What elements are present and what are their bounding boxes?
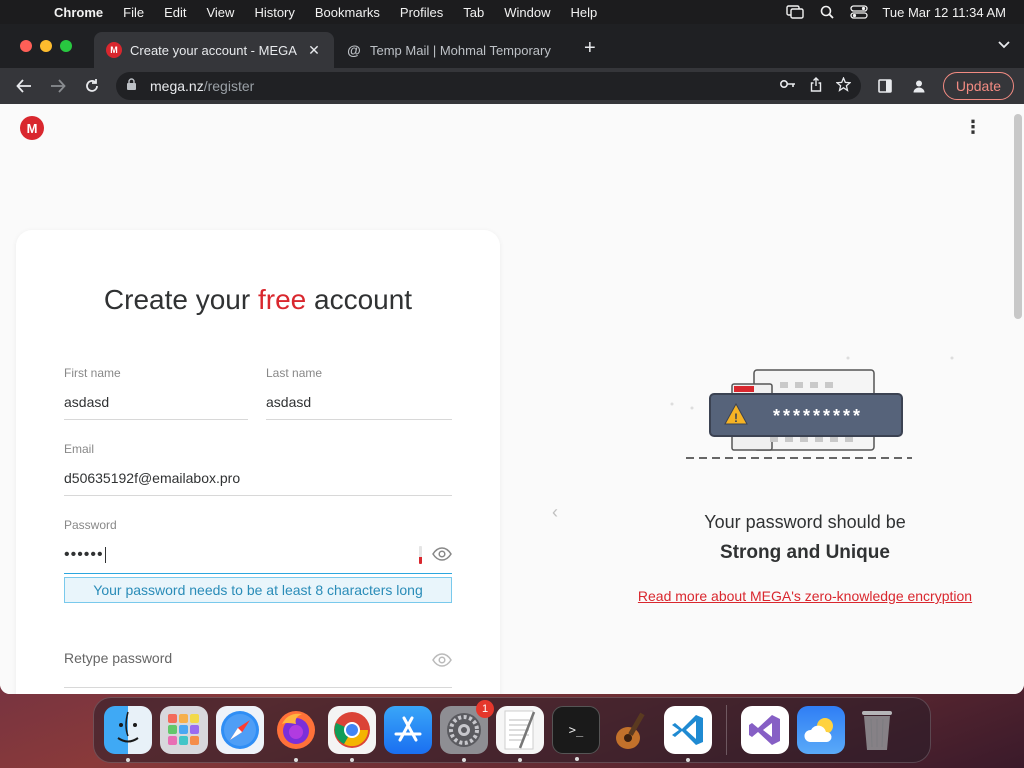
launchpad-icon[interactable] — [160, 706, 208, 754]
visual-studio-icon[interactable] — [741, 706, 789, 754]
menu-history[interactable]: History — [244, 5, 304, 20]
vscode-icon[interactable] — [664, 706, 712, 762]
bookmark-star-icon[interactable] — [835, 76, 852, 95]
terminal-icon[interactable]: >_ — [552, 706, 600, 761]
password-field[interactable]: Password •••••• — [64, 518, 452, 574]
tab-strip: M Create your account - MEGA ✕ @ Temp Ma… — [0, 24, 1024, 68]
spotlight-search-icon[interactable] — [818, 5, 836, 19]
trash-icon[interactable] — [853, 706, 901, 754]
address-bar[interactable]: mega.nz/register — [116, 72, 861, 100]
close-window-button[interactable] — [20, 40, 32, 52]
lock-icon[interactable] — [126, 78, 140, 94]
password-label: Password — [64, 518, 117, 532]
page-title: Create your free account — [103, 284, 413, 315]
menu-bookmarks[interactable]: Bookmarks — [305, 5, 390, 20]
register-form-card: Create your free account First name asda… — [16, 230, 500, 694]
slide-title: Your password should be — [704, 512, 906, 532]
instruments-icon[interactable] — [608, 706, 656, 754]
tab-temp-mail[interactable]: @ Temp Mail | Mohmal Temporary — [334, 32, 570, 68]
retype-password-field[interactable]: Retype password — [64, 650, 452, 688]
text-cursor — [104, 546, 106, 563]
first-name-label: First name — [64, 366, 121, 380]
first-name-field[interactable]: First name asdasd — [64, 366, 248, 420]
safari-icon[interactable] — [216, 706, 264, 754]
email-value[interactable]: d50635192f@emailabox.pro — [64, 470, 452, 488]
show-retype-eye-icon[interactable] — [432, 652, 452, 668]
forward-button[interactable] — [44, 72, 72, 100]
profile-avatar-icon[interactable] — [905, 72, 933, 100]
carousel-prev-icon[interactable]: ‹ — [552, 502, 558, 523]
close-tab-icon[interactable]: ✕ — [306, 42, 322, 59]
password-value[interactable]: •••••• — [64, 546, 452, 564]
firefox-icon[interactable] — [272, 706, 320, 762]
browser-toolbar: mega.nz/register Update — [0, 68, 1024, 104]
control-center-icon[interactable] — [850, 5, 869, 19]
encryption-info-link[interactable]: Read more about MEGA's zero-knowledge en… — [600, 588, 1010, 604]
reload-button[interactable] — [78, 72, 106, 100]
finder-icon[interactable] — [104, 706, 152, 762]
textedit-icon[interactable] — [496, 706, 544, 762]
new-tab-button[interactable]: + — [584, 37, 596, 60]
last-name-label: Last name — [266, 366, 323, 380]
email-field[interactable]: Email d50635192f@emailabox.pro — [64, 442, 452, 496]
dock-separator — [726, 705, 727, 755]
tab-title: Create your account - MEGA — [130, 42, 297, 58]
system-settings-icon[interactable]: 1 — [440, 700, 494, 762]
macos-menu-bar: Chrome File Edit View History Bookmarks … — [0, 0, 1024, 24]
slide-subtitle: Strong and Unique — [720, 542, 890, 563]
notification-badge: 1 — [476, 700, 494, 718]
url-host: mega.nz — [150, 78, 204, 94]
weather-icon[interactable] — [797, 706, 845, 754]
masked-password-text: ********* — [773, 406, 863, 426]
password-illustration: ! ********* — [670, 356, 954, 459]
password-strength-indicator — [419, 546, 422, 564]
chrome-icon[interactable] — [328, 706, 376, 762]
email-label: Email — [64, 442, 95, 456]
share-icon[interactable] — [810, 77, 822, 95]
last-name-value[interactable]: asdasd — [266, 394, 452, 412]
password-key-icon[interactable] — [779, 77, 796, 95]
page-scrollbar[interactable] — [1014, 114, 1022, 319]
menu-tab[interactable]: Tab — [453, 5, 494, 20]
app-store-icon[interactable] — [384, 706, 432, 754]
tab-mega-register[interactable]: M Create your account - MEGA ✕ — [94, 32, 334, 68]
svg-text:!: ! — [734, 411, 738, 425]
url-path: /register — [203, 78, 255, 94]
menu-window[interactable]: Window — [494, 5, 560, 20]
update-chrome-button[interactable]: Update — [942, 72, 1014, 100]
chrome-window: M Create your account - MEGA ✕ @ Temp Ma… — [0, 24, 1024, 694]
back-button[interactable] — [10, 72, 38, 100]
menu-chrome[interactable]: Chrome — [44, 5, 113, 20]
menu-profiles[interactable]: Profiles — [390, 5, 453, 20]
side-panel-icon[interactable] — [871, 72, 899, 100]
menu-help[interactable]: Help — [561, 5, 608, 20]
menu-view[interactable]: View — [196, 5, 244, 20]
menu-bar-clock[interactable]: Tue Mar 12 11:34 AM — [882, 5, 1006, 20]
page-content: M ⋮ Create your free account First name … — [0, 104, 1024, 694]
menu-edit[interactable]: Edit — [154, 5, 196, 20]
tab-title: Temp Mail | Mohmal Temporary — [370, 42, 551, 58]
last-name-field[interactable]: Last name asdasd — [266, 366, 452, 420]
macos-dock: 1 >_ — [93, 697, 931, 763]
show-password-eye-icon[interactable] — [432, 546, 452, 562]
first-name-value[interactable]: asdasd — [64, 394, 248, 412]
tab-search-chevron-icon[interactable] — [998, 38, 1010, 52]
minimize-window-button[interactable] — [40, 40, 52, 52]
at-icon: @ — [347, 42, 361, 58]
mega-icon: M — [106, 42, 122, 58]
retype-password-placeholder: Retype password — [64, 650, 173, 666]
more-options-icon[interactable]: ⋮ — [964, 118, 982, 136]
password-length-hint: Your password needs to be at least 8 cha… — [64, 577, 452, 603]
fullscreen-window-button[interactable] — [60, 40, 72, 52]
screen-mirroring-icon[interactable] — [786, 5, 805, 19]
menu-file[interactable]: File — [113, 5, 154, 20]
mega-logo[interactable]: M — [20, 116, 44, 140]
window-controls — [20, 40, 72, 52]
